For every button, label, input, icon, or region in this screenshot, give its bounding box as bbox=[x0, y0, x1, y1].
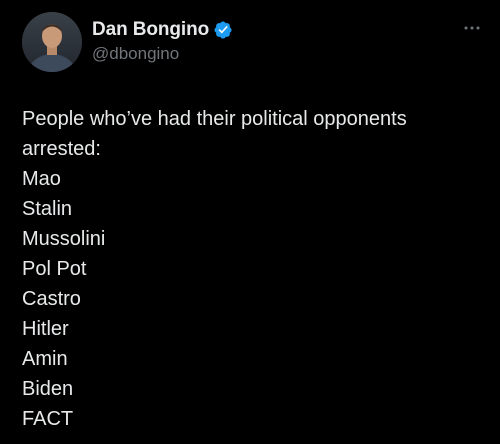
tweet-header: Dan Bongino @dbongino bbox=[22, 12, 480, 72]
tweet-line: Amin bbox=[22, 348, 68, 370]
tweet-line: Biden bbox=[22, 378, 74, 400]
avatar[interactable] bbox=[22, 12, 82, 72]
author-handle[interactable]: @dbongino bbox=[92, 44, 233, 64]
tweet-line: Stalin bbox=[22, 198, 73, 220]
tweet-line: arrested: bbox=[22, 138, 101, 160]
tweet-line: Mao bbox=[22, 168, 61, 190]
tweet-text: People who’ve had their political oppone… bbox=[22, 104, 482, 434]
verified-badge-icon bbox=[213, 20, 233, 40]
tweet-line: Mussolini bbox=[22, 228, 106, 250]
tweet-line: FACT bbox=[22, 408, 74, 430]
name-row: Dan Bongino bbox=[92, 18, 233, 42]
tweet-line: People who’ve had their political oppone… bbox=[22, 108, 407, 130]
tweet-line: Pol Pot bbox=[22, 258, 87, 280]
tweet-line: Castro bbox=[22, 288, 81, 310]
tweet-line: Hitler bbox=[22, 318, 69, 340]
author-block: Dan Bongino @dbongino bbox=[92, 18, 233, 64]
author-display-name[interactable]: Dan Bongino bbox=[92, 19, 209, 41]
more-options-icon[interactable] bbox=[462, 18, 482, 38]
